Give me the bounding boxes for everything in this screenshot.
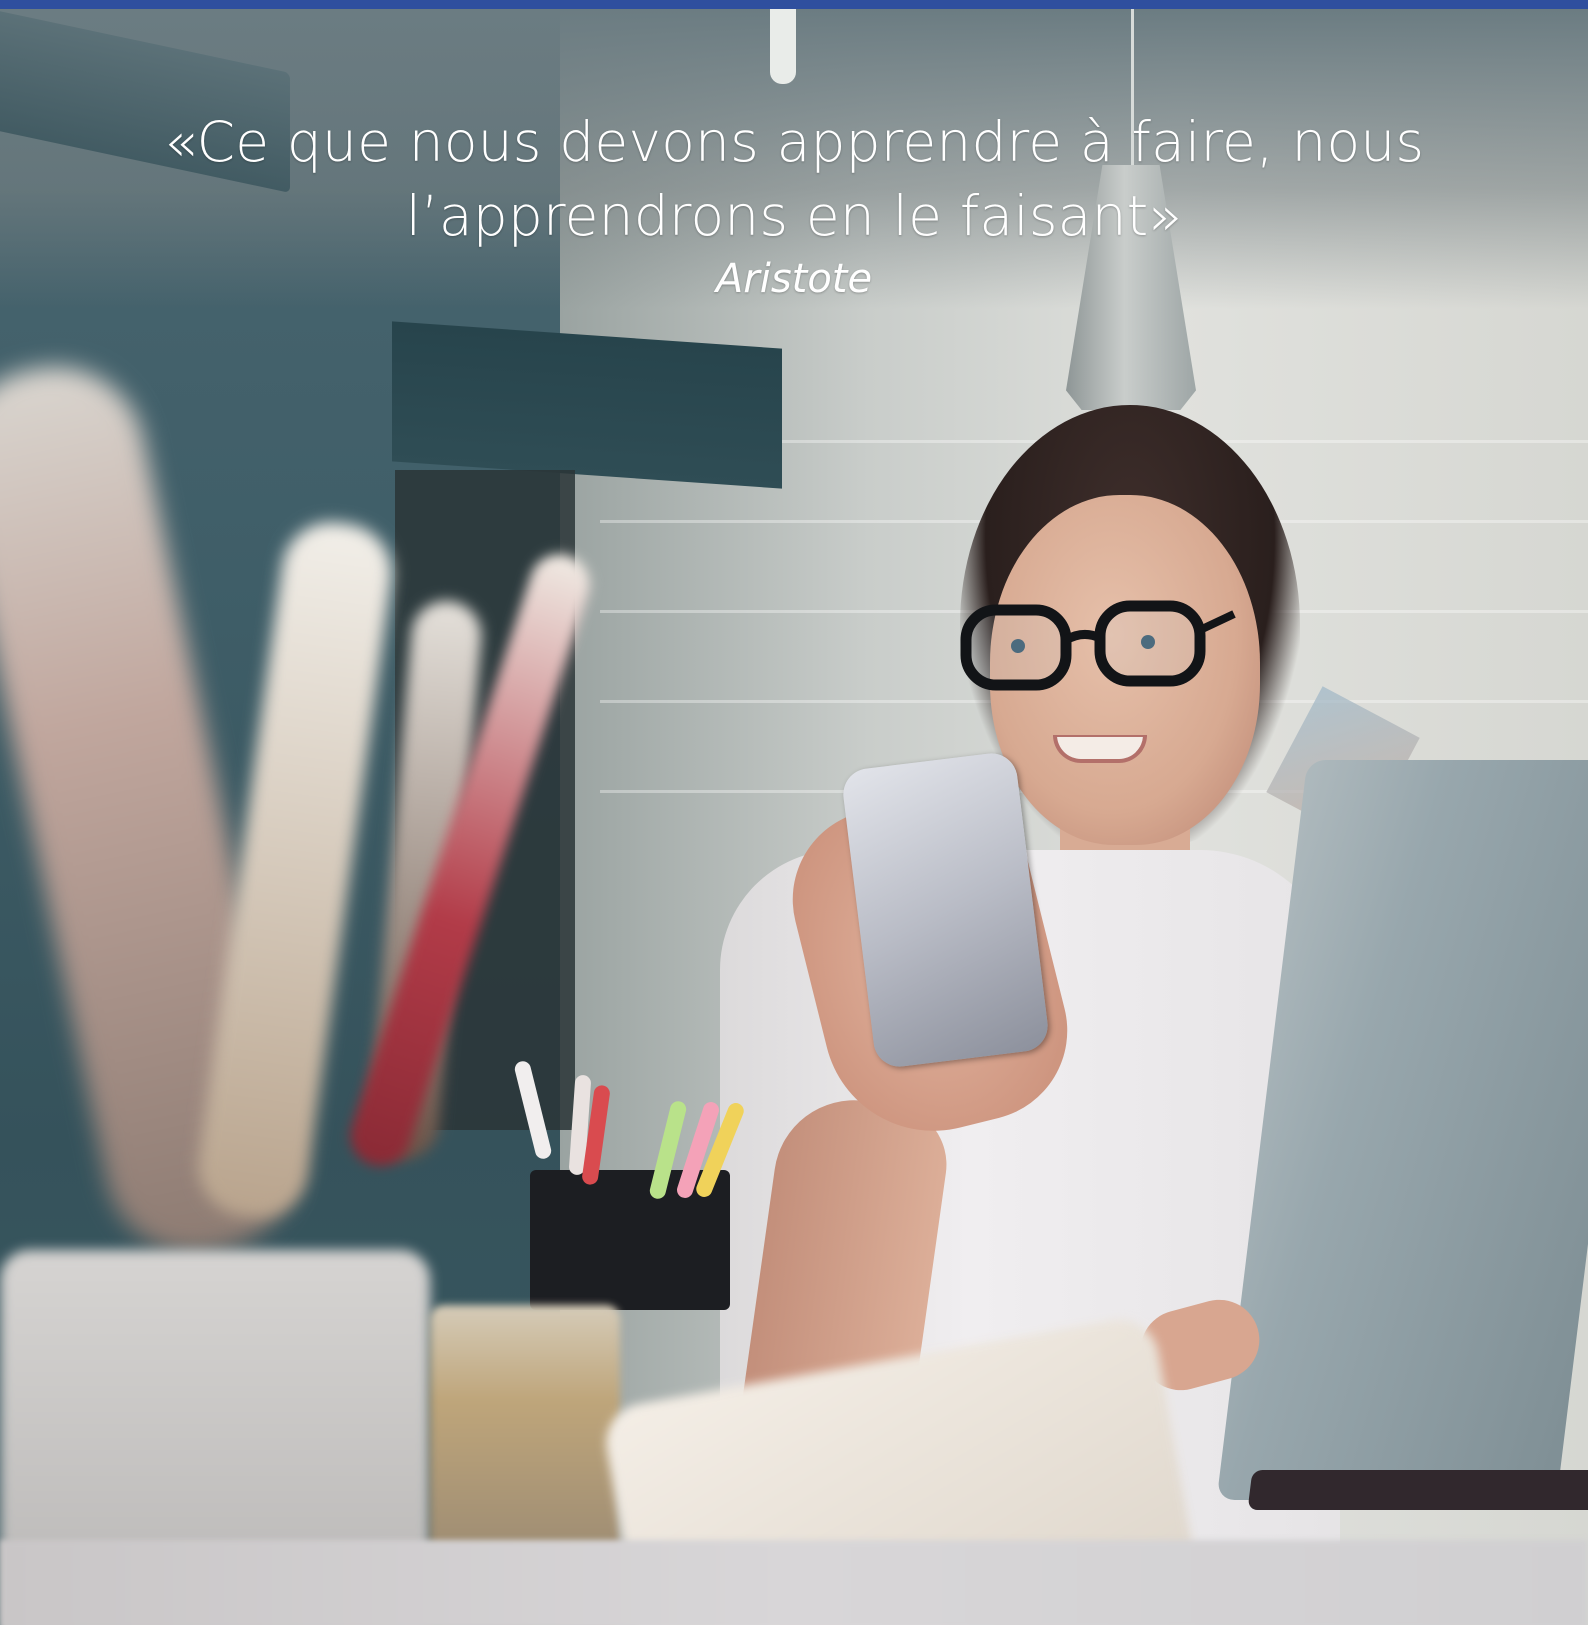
quote-block: «Ce que nous devons apprendre à faire, n… xyxy=(0,105,1588,305)
quote-author: Aristote xyxy=(715,256,873,302)
quote-text-line-1: «Ce que nous devons apprendre à faire, n… xyxy=(163,110,1425,174)
quote-text-line-2: l’apprendrons en le faisant» xyxy=(405,184,1183,248)
photo-laptop-base xyxy=(1247,1470,1588,1510)
photo-smartphone xyxy=(840,750,1051,1070)
photo-desk xyxy=(0,1540,1588,1625)
top-accent-bar xyxy=(0,0,1588,9)
photo-alcove xyxy=(392,321,782,489)
photo-glasses xyxy=(960,600,1236,691)
photo-woman-smile xyxy=(1053,735,1147,763)
photo-small-lamp xyxy=(770,9,796,84)
